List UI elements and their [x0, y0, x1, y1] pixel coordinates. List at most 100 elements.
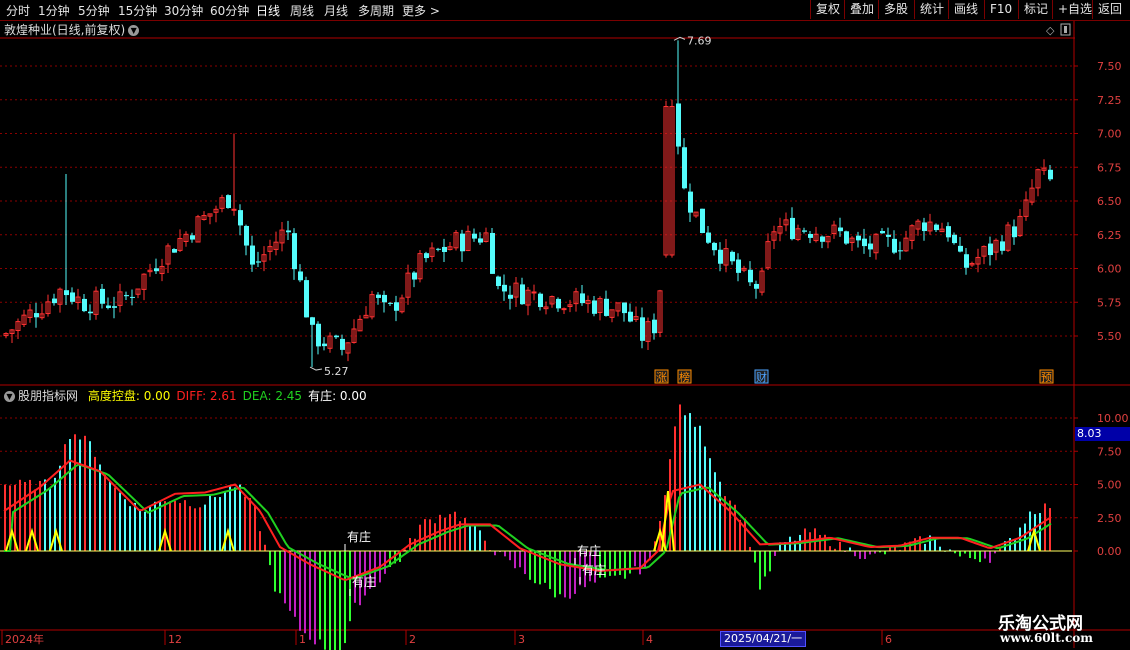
macd-bar	[259, 531, 261, 551]
candle-body	[304, 280, 309, 318]
macd-bar	[504, 551, 506, 557]
control-spike	[25, 527, 39, 552]
macd-bar	[979, 551, 981, 563]
event-tag-label: 涨	[656, 371, 667, 384]
candle-body	[856, 235, 861, 241]
event-tag-label: 预	[1041, 371, 1052, 384]
macd-bar	[64, 444, 66, 551]
current-value-badge: 8.03	[1075, 427, 1130, 441]
candle-body	[478, 238, 483, 243]
indicator-tick-label: 5.00	[1097, 479, 1122, 492]
macd-bar	[704, 446, 706, 551]
time-axis-label: 12	[168, 633, 182, 646]
candle-body	[688, 191, 693, 213]
macd-bar	[684, 415, 686, 551]
macd-bar	[674, 426, 676, 551]
candle-body	[502, 284, 507, 292]
candle-body	[604, 298, 609, 316]
candle-body	[124, 295, 129, 297]
time-axis-label: 2	[409, 633, 416, 646]
candle-body	[334, 335, 339, 338]
macd-bar	[279, 551, 281, 594]
time-axis-label: 6	[885, 633, 892, 646]
candle-body	[388, 302, 393, 304]
macd-bar	[624, 551, 626, 579]
candle-body	[580, 293, 585, 304]
macd-bar	[99, 464, 101, 551]
price-tick-label: 5.75	[1097, 296, 1122, 309]
candle-body	[112, 306, 117, 308]
candle-body	[561, 308, 567, 311]
candle-body	[424, 253, 429, 259]
candle-body	[520, 284, 525, 305]
macd-bar	[749, 546, 751, 551]
macd-bar	[439, 514, 441, 551]
macd-bar	[769, 551, 771, 572]
candle-body	[34, 313, 39, 318]
chevron-down-icon[interactable]: ▼	[128, 25, 140, 36]
macd-bar	[89, 441, 91, 551]
macd-bar	[139, 510, 141, 551]
macd-bar	[819, 534, 821, 551]
candle-body	[1048, 169, 1053, 180]
macd-bar	[859, 551, 861, 559]
candle-body	[1000, 241, 1005, 251]
candle-body	[316, 323, 321, 347]
candle-body	[256, 261, 261, 263]
candle-body	[592, 300, 597, 314]
chevron-down-icon[interactable]: ▼	[4, 391, 15, 402]
zhuang-annotation: 有庄	[577, 543, 601, 558]
macd-bar	[629, 551, 631, 574]
macd-bar	[109, 481, 111, 551]
candle-body	[226, 195, 231, 208]
macd-bar	[129, 506, 131, 551]
kline-chart-canvas[interactable]: ◇ 7.50 7.25 7.00 6.75 6.50 6.25 6.00 5.75 5.50 7.6…	[0, 0, 1130, 650]
macd-bar	[569, 551, 571, 599]
candle-body	[718, 249, 723, 264]
macd-bar	[144, 511, 146, 551]
candle-body	[820, 236, 825, 242]
macd-bar	[244, 496, 246, 551]
macd-bar	[304, 551, 306, 634]
macd-bar	[989, 551, 991, 563]
candle-body	[442, 246, 447, 252]
candle-body	[382, 294, 387, 303]
candle-body	[250, 245, 255, 265]
candle-body	[700, 208, 705, 233]
candle-body	[244, 225, 249, 246]
macd-bar	[344, 551, 346, 644]
macd-bar	[939, 546, 941, 551]
macd-bar	[164, 501, 166, 551]
macd-bar	[84, 435, 86, 551]
macd-bar	[24, 482, 26, 551]
indicator-tick-label: 0.00	[1097, 545, 1122, 558]
macd-bar	[764, 551, 766, 577]
price-tick-label: 5.50	[1097, 330, 1122, 343]
macd-bar	[69, 439, 71, 551]
macd-bar	[179, 503, 181, 551]
low-price-label: 5.27	[324, 365, 349, 378]
candle-body	[922, 222, 927, 232]
candle-body	[376, 294, 381, 298]
candle-body	[538, 293, 543, 308]
control-spike	[5, 527, 19, 552]
candle-body	[130, 296, 135, 298]
zhuang-annotation: 有庄	[352, 574, 376, 589]
candle-body	[712, 242, 717, 251]
candle-body	[231, 208, 237, 211]
macd-bar	[114, 487, 116, 551]
candle-body	[531, 291, 537, 294]
chart-title: 敦煌种业(日线,前复权) ▼	[4, 21, 140, 38]
macd-bar	[529, 551, 531, 580]
macd-bar	[254, 505, 256, 551]
macd-bar	[494, 551, 496, 556]
zhuang-annotation: 有庄	[347, 529, 371, 544]
macd-bar	[689, 413, 691, 551]
candle-body	[154, 268, 159, 272]
price-tick-label: 7.25	[1097, 94, 1122, 107]
candle-body	[190, 235, 195, 240]
candle-body	[70, 292, 75, 302]
candle-body	[958, 245, 963, 252]
macd-bar	[249, 498, 251, 551]
cursor-date-badge: 2025/04/21/一	[720, 631, 807, 647]
